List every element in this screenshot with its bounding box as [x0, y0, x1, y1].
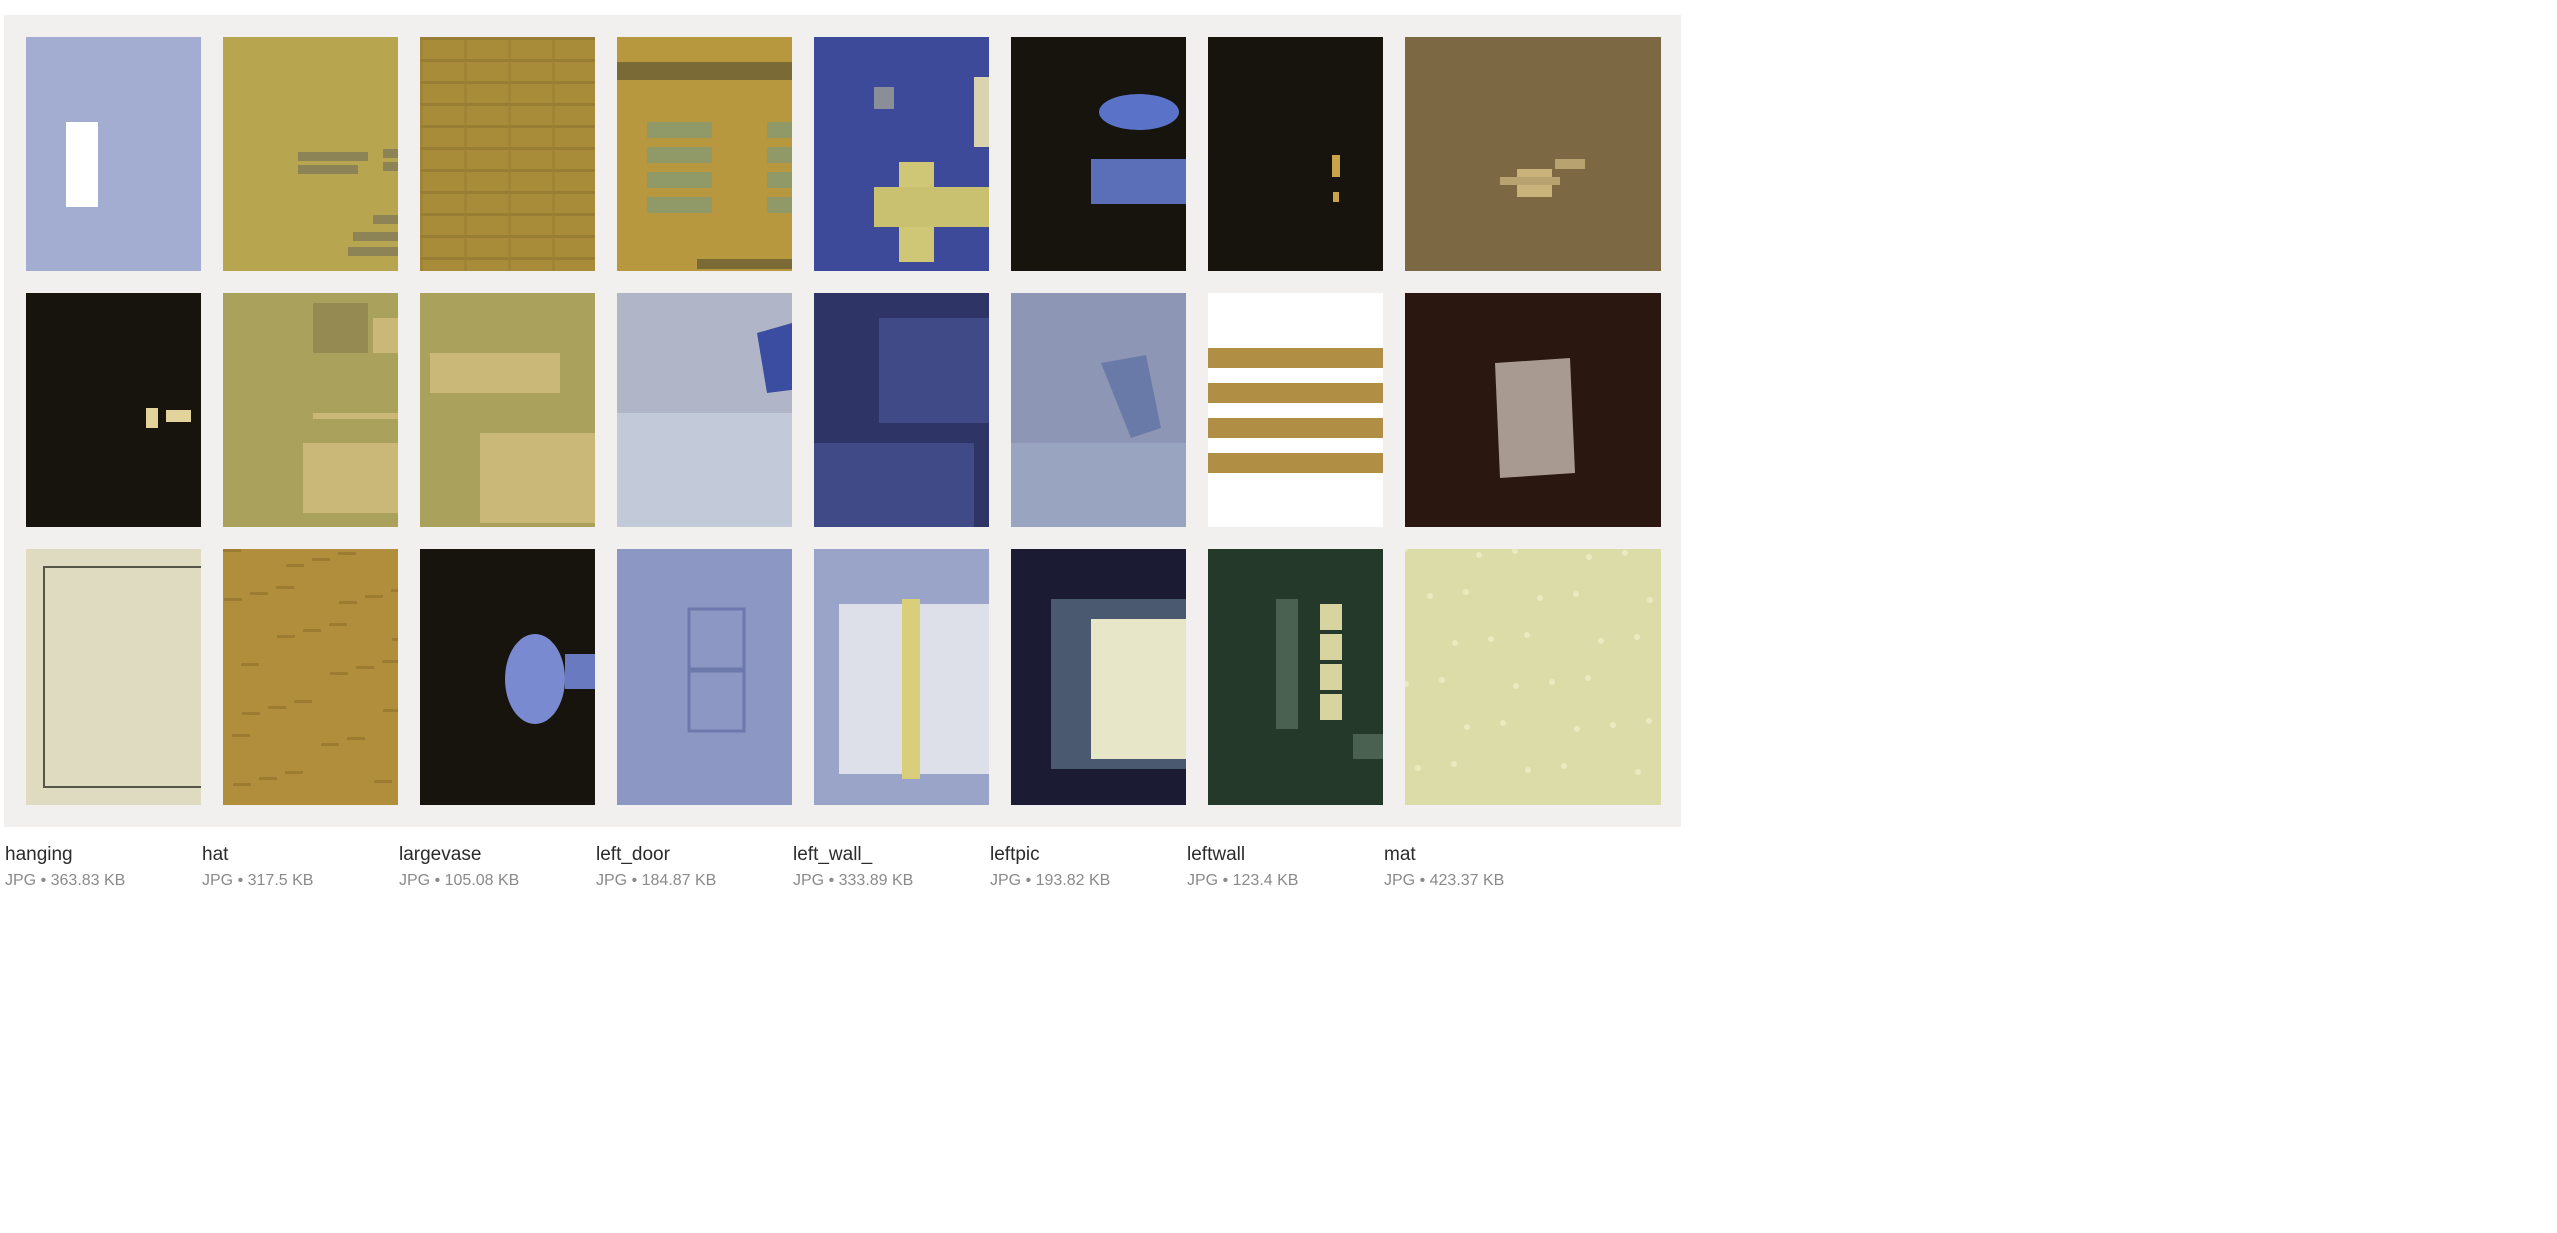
thumbnail-frame[interactable] [1383, 527, 1681, 827]
thumbnail-image[interactable] [1405, 293, 1661, 549]
file-name[interactable]: mat [1384, 844, 1416, 866]
file-size: 333.89 KB [838, 872, 914, 889]
file-type: JPG [1384, 872, 1416, 889]
file-grid: backwallJPG • 331.31 KBbedframebottomJPG… [0, 0, 2557, 1233]
file-meta: JPG • 333.89 KB [793, 872, 913, 890]
file-meta: JPG • 423.37 KB [1384, 872, 1504, 890]
file-name[interactable]: hanging [5, 844, 73, 866]
file-size: 123.4 KB [1232, 872, 1299, 889]
meta-separator: • [36, 872, 51, 889]
file-name[interactable]: leftpic [990, 844, 1040, 866]
file-type: JPG [399, 872, 431, 889]
file-name[interactable]: leftwall [1187, 844, 1245, 866]
file-name[interactable]: left_door [596, 844, 670, 866]
thumbnail-image[interactable] [1405, 37, 1661, 293]
thumbnail-image[interactable] [1405, 549, 1661, 805]
meta-separator: • [1218, 872, 1233, 889]
file-type: JPG [1187, 872, 1219, 889]
texture-preview [1405, 549, 1661, 805]
file-size: 105.08 KB [444, 872, 520, 889]
file-type: JPG [596, 872, 628, 889]
file-meta: JPG • 317.5 KB [202, 872, 313, 890]
file-size: 184.87 KB [641, 872, 717, 889]
file-meta: JPG • 105.08 KB [399, 872, 519, 890]
meta-separator: • [1415, 872, 1430, 889]
file-meta: JPG • 123.4 KB [1187, 872, 1298, 890]
meta-separator: • [1021, 872, 1036, 889]
file-name[interactable]: left_wall_ [793, 844, 872, 866]
file-meta: JPG • 193.82 KB [990, 872, 1110, 890]
file-meta: JPG • 184.87 KB [596, 872, 716, 890]
texture-preview [1405, 293, 1661, 549]
file-type: JPG [793, 872, 825, 889]
file-size: 363.83 KB [50, 872, 126, 889]
meta-separator: • [627, 872, 642, 889]
file-size: 423.37 KB [1429, 872, 1505, 889]
meta-separator: • [430, 872, 445, 889]
file-card[interactable]: mat JPG • 423.37 KB [1379, 512, 1681, 912]
file-type: JPG [5, 872, 37, 889]
file-size: 317.5 KB [247, 872, 314, 889]
file-type: JPG [202, 872, 234, 889]
texture-preview [1405, 37, 1661, 293]
file-size: 193.82 KB [1035, 872, 1111, 889]
file-name[interactable]: largevase [399, 844, 481, 866]
file-meta: JPG • 363.83 KB [5, 872, 125, 890]
file-type: JPG [990, 872, 1022, 889]
meta-separator: • [233, 872, 248, 889]
file-name[interactable]: hat [202, 844, 228, 866]
meta-separator: • [824, 872, 839, 889]
